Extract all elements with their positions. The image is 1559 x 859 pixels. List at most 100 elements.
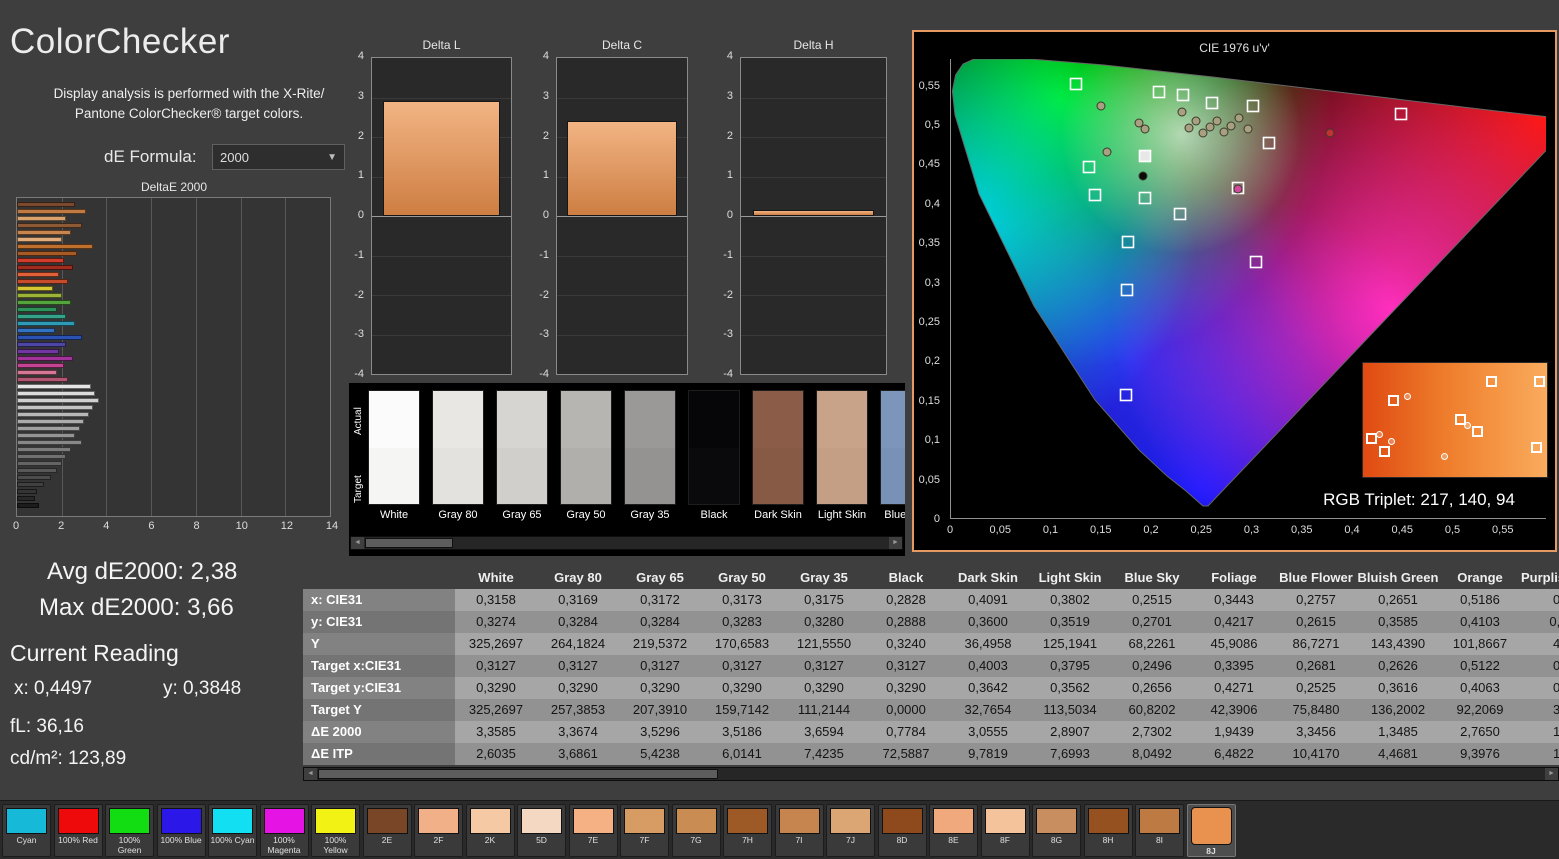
patch-label: 100% Yellow (323, 835, 348, 855)
patch-button-100-red[interactable]: 100% Red (53, 804, 103, 857)
patch-color-chip (469, 808, 511, 834)
de-formula-select[interactable]: 2000 ▼ (212, 144, 345, 170)
de-bar (17, 272, 60, 277)
scrollbar-thumb[interactable] (318, 769, 718, 779)
column-header: Dark Skin (958, 570, 1018, 585)
de-formula-label: dE Formula: (104, 147, 197, 166)
de-bar (17, 468, 58, 473)
table-scrollbar[interactable]: ◄ ► (303, 767, 1559, 781)
axis-tick-label: -2 (539, 288, 549, 301)
column-header: Bluish Green (1357, 570, 1439, 585)
color-swatch (816, 390, 868, 505)
scroll-right-icon[interactable]: ► (1545, 768, 1558, 780)
table-cell: 7,6993 (1029, 743, 1111, 765)
table-cell: 41, (1521, 633, 1559, 655)
patch-button-8e[interactable]: 8E (929, 804, 978, 857)
patch-button-100-cyan[interactable]: 100% Cyan (208, 804, 257, 857)
patch-label: 100% Cyan (210, 835, 255, 845)
patch-button-cyan[interactable]: Cyan (2, 804, 51, 857)
swatch-strip-scrollbar[interactable]: ◄ ► (350, 536, 903, 550)
de-bar (17, 426, 80, 431)
patch-button-7f[interactable]: 7F (620, 804, 669, 857)
axis-tick-label: 0 (946, 524, 954, 536)
measured-point (1243, 124, 1253, 134)
actual-swatch (817, 391, 867, 448)
table-cell: 136,2002 (1357, 699, 1439, 721)
de-bar (17, 475, 51, 480)
patch-button-100-magenta[interactable]: 100% Magenta (259, 804, 309, 857)
patch-button-2k[interactable]: 2K (465, 804, 515, 857)
table-cell: 0,2681 (1275, 655, 1357, 677)
table-cell: 6,4822 (1193, 743, 1275, 765)
patch-button-7h[interactable]: 7H (723, 804, 772, 857)
de-bar (17, 216, 67, 221)
patch-button-8j[interactable]: 8J (1186, 804, 1236, 857)
de-bar (17, 209, 87, 214)
axis-tick-label: 12 (280, 520, 293, 532)
gridline (557, 334, 687, 336)
gridline (372, 255, 511, 257)
table-cell: 0,3443 (1193, 589, 1275, 611)
gridline (741, 295, 886, 296)
scroll-left-icon[interactable]: ◄ (304, 768, 317, 780)
zero-axis (557, 216, 687, 217)
column-header: Light Skin (1038, 570, 1102, 585)
patch-button-8i[interactable]: 8I (1135, 804, 1184, 857)
axis-tick-label: 0 (726, 209, 733, 221)
target-swatch (817, 447, 867, 504)
table-cell: 207,3910 (619, 699, 701, 721)
table-cell: 0,3173 (701, 589, 783, 611)
scroll-left-icon[interactable]: ◄ (351, 537, 364, 549)
patch-button-8f[interactable]: 8F (980, 804, 1030, 857)
table-cell: 0,4103 (1439, 611, 1521, 633)
column-header: Gray 50 (718, 570, 766, 585)
de-bar (17, 314, 67, 319)
patch-button-8g[interactable]: 8G (1032, 804, 1081, 857)
reading-fl: fL: 36,16 (10, 716, 84, 737)
axis-tick-label: 4 (103, 520, 110, 532)
table-cell: 170,6583 (701, 633, 783, 655)
plot-area (371, 57, 512, 375)
patch-button-7g[interactable]: 7G (671, 804, 721, 857)
table-cell: 3,6861 (537, 743, 619, 765)
target-point (1534, 376, 1545, 387)
axis-tick-label: 0,05 (918, 473, 940, 486)
column-header: Foliage (1211, 570, 1257, 585)
patch-button-100-green[interactable]: 100% Green (105, 804, 154, 857)
patch-button-2f[interactable]: 2F (414, 804, 463, 857)
table-cell: 0,3127 (619, 655, 701, 677)
actual-row-label: Actual (353, 407, 364, 435)
de-bar (17, 503, 40, 508)
axis-tick-label: 14 (325, 520, 339, 532)
axis-tick-label: 0,35 (918, 237, 940, 250)
table-cell: 0,2656 (1111, 677, 1193, 699)
color-swatch (688, 390, 740, 505)
scrollbar-thumb[interactable] (365, 538, 453, 548)
patch-button-7j[interactable]: 7J (826, 804, 875, 857)
de-bar (17, 363, 64, 368)
patch-button-100-blue[interactable]: 100% Blue (156, 804, 206, 857)
measured-point (1134, 118, 1144, 128)
patch-label: 7H (742, 835, 753, 845)
axis-tick-label: 3 (726, 89, 733, 102)
de-bar (17, 251, 78, 256)
patch-button-8h[interactable]: 8H (1083, 804, 1133, 857)
patch-button-8d[interactable]: 8D (877, 804, 927, 857)
scroll-right-icon[interactable]: ► (889, 537, 902, 549)
plot-area (740, 57, 887, 375)
description: Display analysis is performed with the X… (28, 84, 350, 125)
measured-point (1464, 422, 1471, 429)
axis-tick-label: 0,1 (1042, 524, 1059, 536)
patch-button-7e[interactable]: 7E (568, 804, 618, 857)
de-bar (17, 202, 76, 207)
patch-button-2e[interactable]: 2E (362, 804, 412, 857)
patch-button-100-yellow[interactable]: 100% Yellow (311, 804, 360, 857)
row-label: Target Y (303, 699, 455, 721)
patch-button-5d[interactable]: 5D (517, 804, 566, 857)
de-bar (17, 258, 64, 263)
target-point (1531, 442, 1542, 453)
table-cell: 3,0555 (947, 721, 1029, 743)
target-swatch (433, 447, 483, 504)
patch-button-7i[interactable]: 7I (774, 804, 824, 857)
de-bar (17, 419, 85, 424)
